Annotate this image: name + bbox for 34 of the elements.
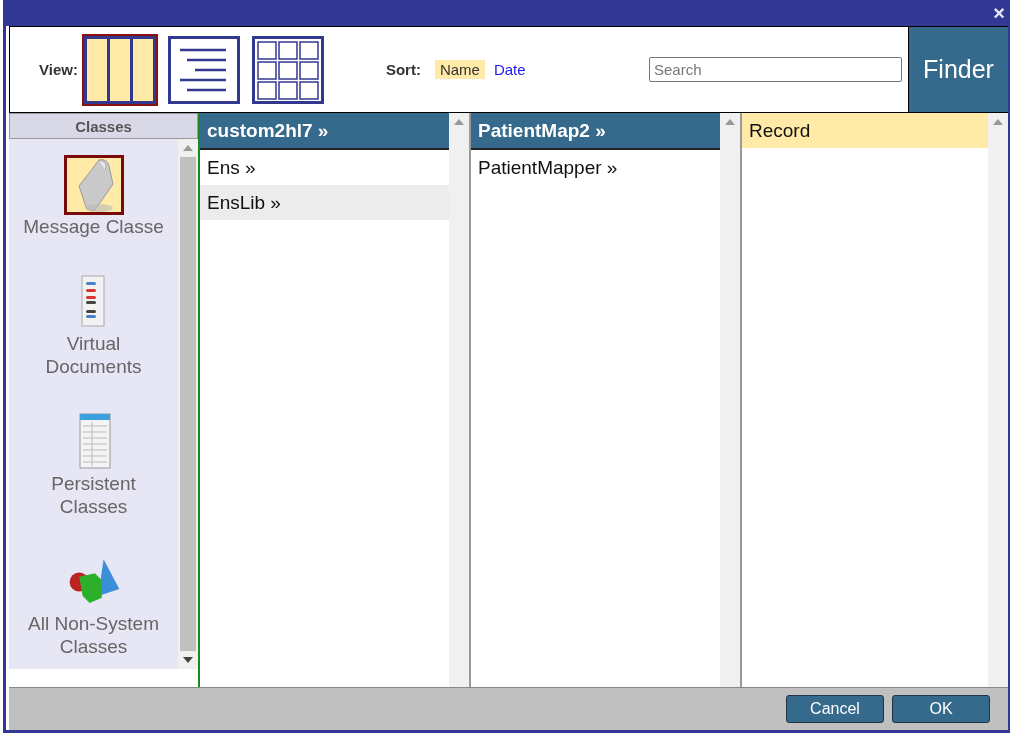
sort-option[interactable]: Name: [434, 60, 485, 79]
grid-icon: [251, 35, 324, 104]
search-field[interactable]: Search: [649, 57, 902, 82]
scroll-up-icon: [183, 145, 193, 151]
scrollbar[interactable]: [720, 113, 740, 687]
category-icon-frame[interactable]: [63, 155, 124, 215]
view-mode-button[interactable]: [249, 33, 326, 106]
category-label: All Non-System Classes: [27, 612, 160, 658]
scrollbar[interactable]: [449, 113, 469, 687]
close-button[interactable]: ×: [987, 3, 1010, 23]
scroll-up-icon: [993, 119, 1003, 125]
dialog-button[interactable]: Cancel: [786, 695, 884, 723]
view-mode-button[interactable]: [165, 33, 242, 106]
category-label: Message Classe: [22, 215, 165, 238]
category-label: Virtual Documents: [44, 332, 143, 378]
scrollbar[interactable]: [988, 113, 1008, 687]
sort-label: Sort:: [385, 61, 421, 78]
view-mode-button[interactable]: [81, 33, 158, 106]
scroll-down-icon: [183, 657, 193, 663]
columns-icon: [83, 35, 156, 104]
list-icon: [167, 35, 240, 104]
browser-item[interactable]: EnsLib »: [200, 185, 449, 220]
scroll-up-icon: [454, 119, 464, 125]
finder-title: Finder: [908, 27, 1008, 112]
scrollbar[interactable]: [178, 139, 198, 669]
browser-item[interactable]: PatientMap2 »: [471, 113, 720, 150]
dialog-button[interactable]: OK: [892, 695, 990, 723]
sort-option[interactable]: Date: [488, 60, 531, 79]
browser-item[interactable]: Record: [742, 113, 988, 148]
sidebar-header: Classes: [9, 113, 198, 139]
view-label: View:: [39, 61, 78, 78]
category-label: Persistent Classes: [50, 472, 137, 518]
scroll-up-icon: [725, 119, 735, 125]
browser-item[interactable]: custom2hl7 »: [200, 113, 449, 150]
